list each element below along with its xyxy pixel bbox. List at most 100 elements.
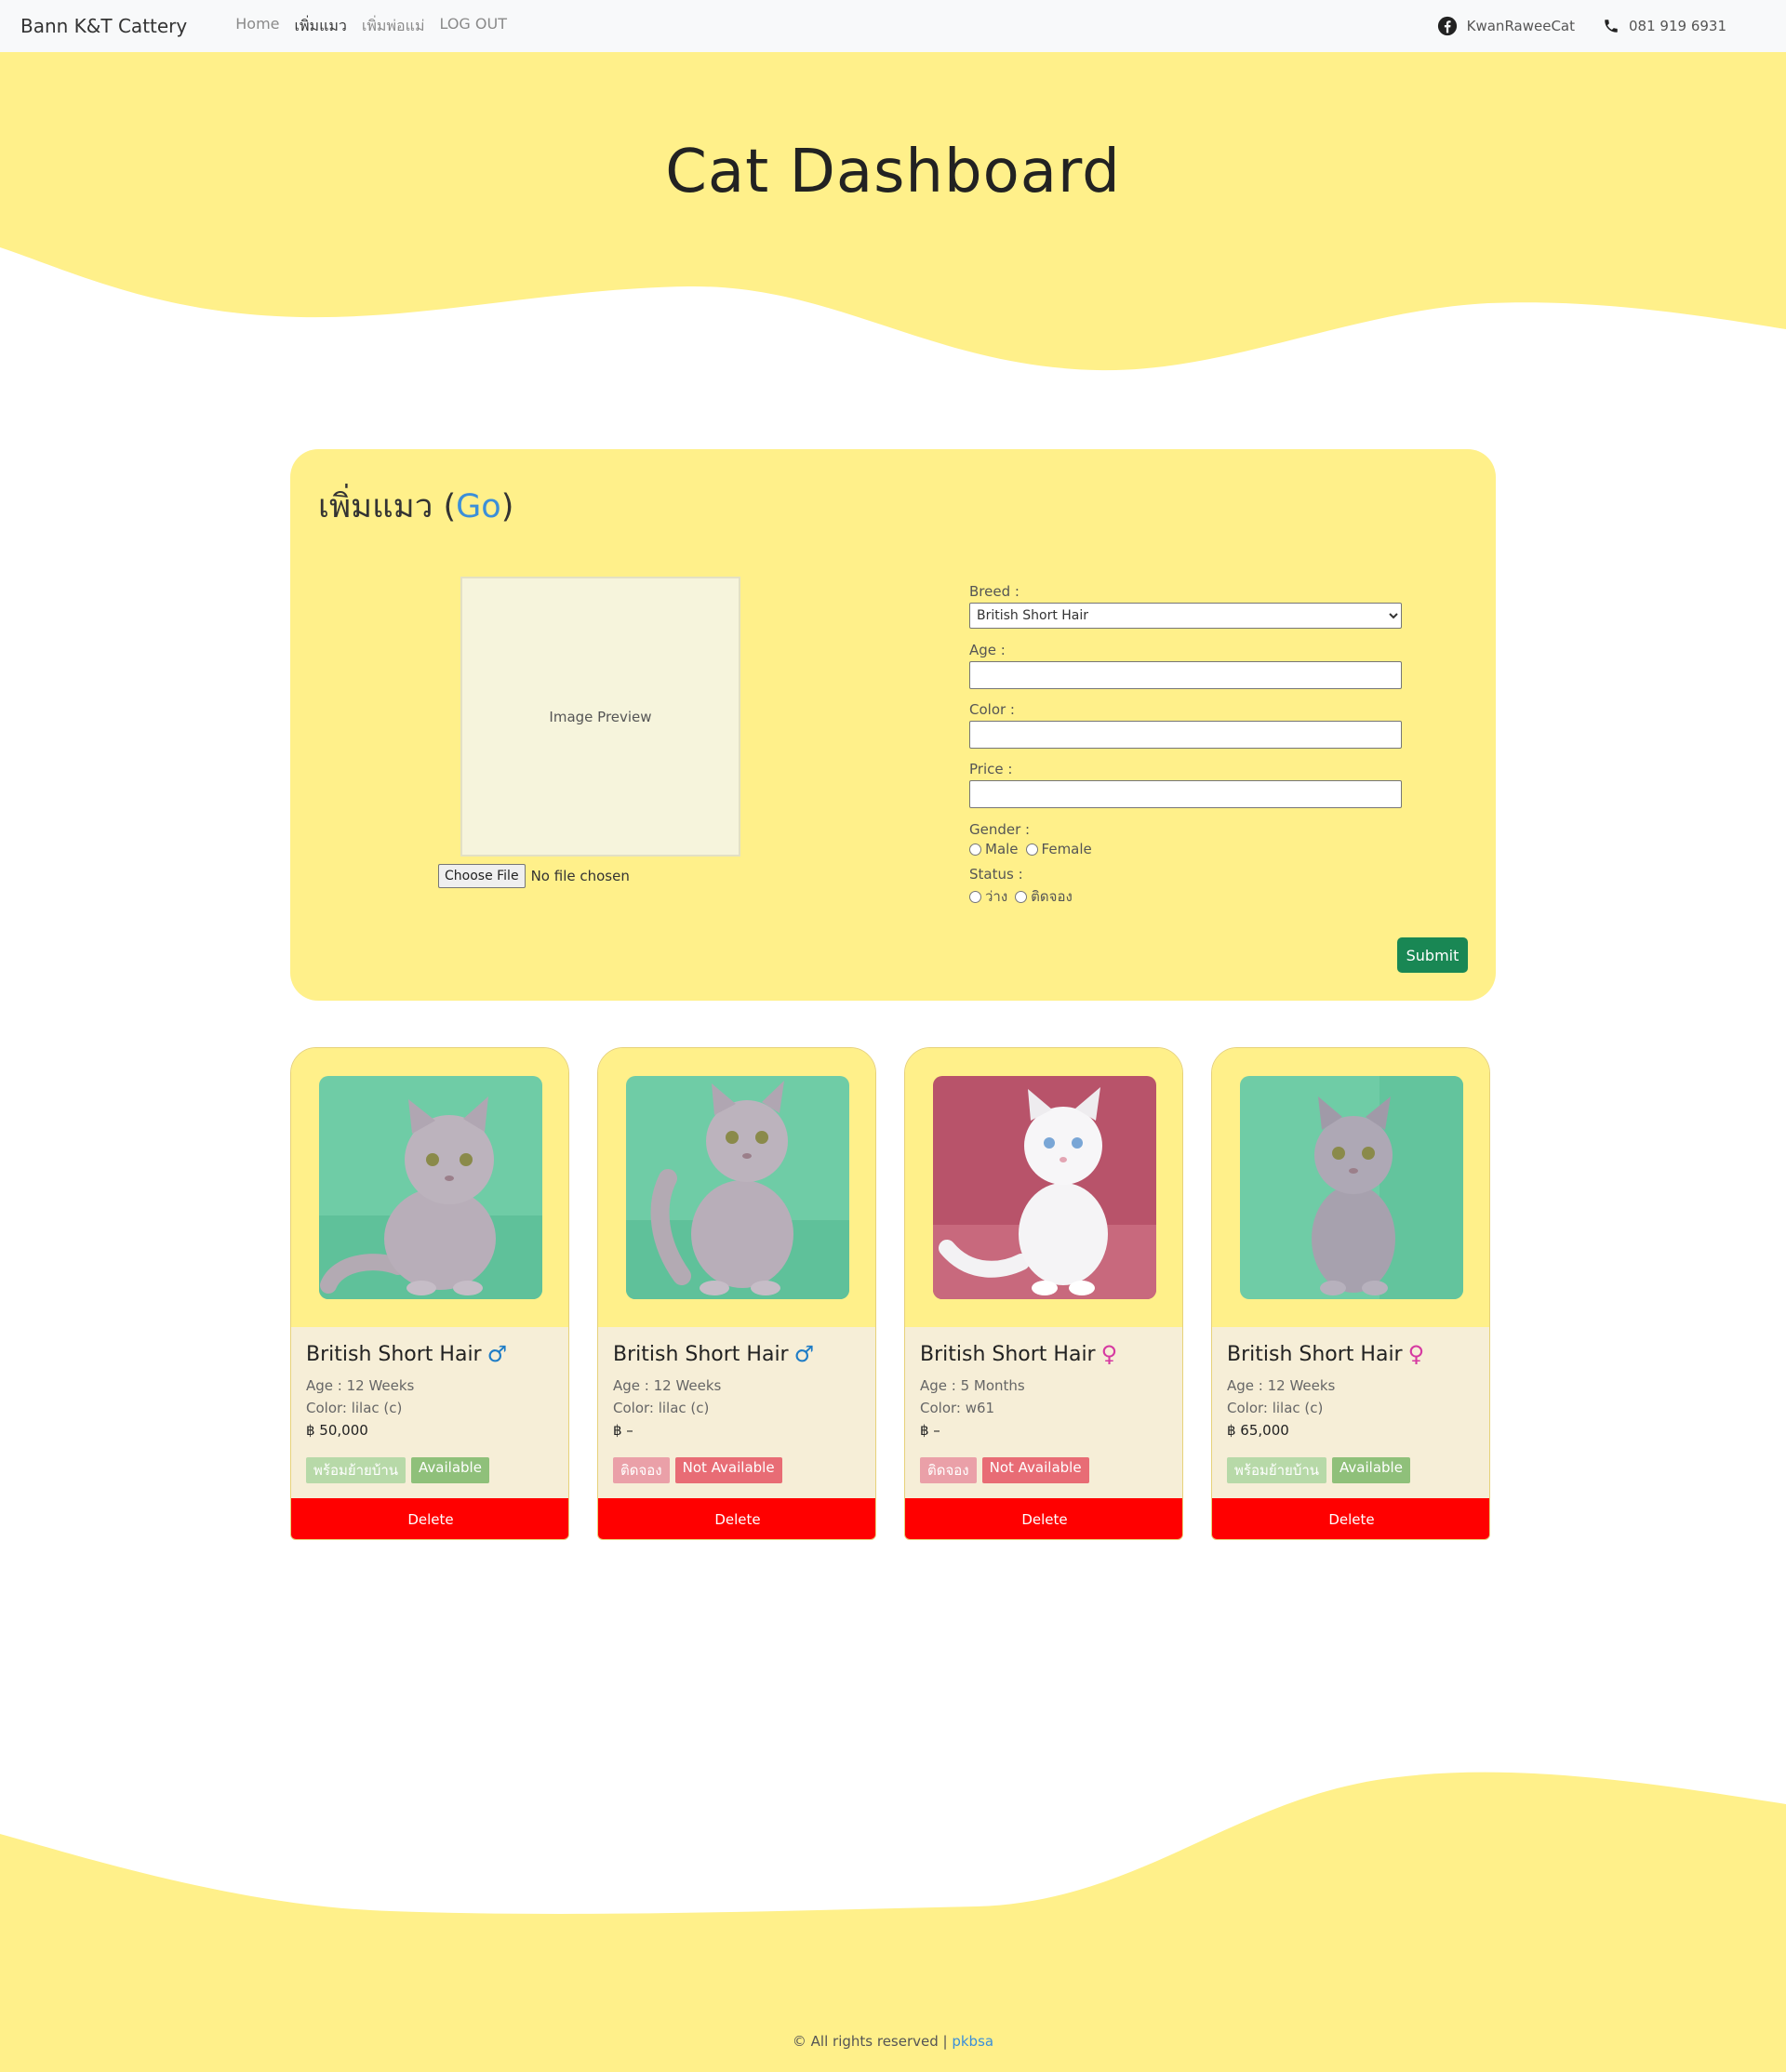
status-badge-reserved: ติดจอง — [920, 1457, 977, 1483]
cat-info: British Short Hair ♀ Age : 12 Weeks Colo… — [1227, 1341, 1478, 1441]
cat-badges: พร้อมย้ายบ้าน Available — [1227, 1457, 1410, 1483]
delete-button[interactable]: Delete — [905, 1498, 1182, 1539]
form-title-go-link[interactable]: Go — [456, 488, 501, 525]
cat-card: British Short Hair ♀ Age : 5 Months Colo… — [904, 1047, 1183, 1540]
delete-button[interactable]: Delete — [598, 1498, 875, 1539]
page-title: Cat Dashboard — [665, 138, 1121, 206]
form-title-end: ) — [500, 488, 514, 525]
cat-name-row: British Short Hair ♂ — [613, 1341, 864, 1367]
cat-name-row: British Short Hair ♀ — [1227, 1341, 1478, 1367]
status-free-radio[interactable] — [969, 890, 981, 903]
cat-color: Color: w61 — [920, 1400, 995, 1416]
cat-price: ฿ – — [920, 1422, 940, 1439]
cat-photo-frame — [598, 1048, 875, 1327]
availability-badge: Available — [411, 1457, 489, 1483]
image-preview: Image Preview — [460, 577, 740, 857]
navbar: Bann K&T Cattery Home เพิ่มแมว เพิ่มพ่อแ… — [0, 0, 1786, 52]
age-input[interactable] — [969, 661, 1402, 689]
price-input[interactable] — [969, 780, 1402, 808]
facebook-name: KwanRaweeCat — [1466, 18, 1576, 34]
cat-photo-image — [626, 1076, 849, 1299]
gender-options: Male Female — [969, 841, 1402, 857]
gender-female-radio[interactable] — [1025, 843, 1038, 856]
cat-photo-frame — [291, 1048, 568, 1327]
brand-logo-text[interactable]: Bann K&T Cattery — [20, 15, 187, 37]
female-icon: ♀ — [1100, 1341, 1118, 1367]
nav-links: Home เพิ่มแมว เพิ่มพ่อแม่ LOG OUT — [235, 15, 507, 38]
availability-badge: Available — [1332, 1457, 1410, 1483]
footer-text: © All rights reserved | — [792, 2033, 953, 2050]
cat-photo — [626, 1076, 849, 1299]
cat-info: British Short Hair ♀ Age : 5 Months Colo… — [920, 1341, 1171, 1441]
cat-card: British Short Hair ♀ Age : 12 Weeks Colo… — [1211, 1047, 1490, 1540]
delete-button[interactable]: Delete — [1212, 1498, 1489, 1539]
gender-female-label: Female — [1041, 841, 1092, 857]
status-badge-ready: พร้อมย้ายบ้าน — [1227, 1457, 1327, 1483]
cat-photo — [933, 1076, 1156, 1299]
cat-photo-image — [933, 1076, 1156, 1299]
cat-card: British Short Hair ♂ Age : 12 Weeks Colo… — [290, 1047, 569, 1540]
cat-color: Color: lilac (c) — [306, 1400, 403, 1416]
cat-card-list: British Short Hair ♂ Age : 12 Weeks Colo… — [290, 1047, 1496, 1540]
price-label: Price : — [969, 761, 1013, 777]
status-field: Status : ว่าง ติดจอง — [969, 866, 1402, 908]
cat-info: British Short Hair ♂ Age : 12 Weeks Colo… — [613, 1341, 864, 1441]
gender-field: Gender : Male Female — [969, 821, 1402, 857]
nav-link-add-parent[interactable]: เพิ่มพ่อแม่ — [362, 15, 425, 38]
status-reserved-radio[interactable] — [1015, 890, 1028, 903]
status-badge-ready: พร้อมย้ายบ้าน — [306, 1457, 407, 1483]
file-status: No file chosen — [530, 868, 630, 884]
cat-name-row: British Short Hair ♀ — [920, 1341, 1171, 1367]
nav-link-logout[interactable]: LOG OUT — [439, 15, 507, 38]
phone-contact[interactable]: 081 919 6931 — [1603, 18, 1726, 34]
price-field: Price : — [969, 761, 1402, 808]
form-title: เพิ่มแมว (Go) — [318, 481, 513, 532]
choose-file-button[interactable]: Choose File — [438, 864, 526, 888]
nav-contacts: KwanRaweeCat 081 919 6931 — [1437, 16, 1726, 36]
cat-price: ฿ 65,000 — [1227, 1422, 1289, 1439]
cat-age: Age : 12 Weeks — [306, 1377, 415, 1394]
delete-button[interactable]: Delete — [291, 1498, 568, 1539]
cat-badges: ติดจอง Not Available — [613, 1457, 782, 1483]
facebook-contact[interactable]: KwanRaweeCat — [1437, 16, 1575, 36]
gender-label: Gender : — [969, 821, 1031, 838]
cat-badges: ติดจอง Not Available — [920, 1457, 1089, 1483]
cat-photo-image — [1240, 1076, 1463, 1299]
status-badge-reserved: ติดจอง — [613, 1457, 670, 1483]
form-title-text: เพิ่มแมว ( — [318, 488, 457, 525]
add-cat-form-card: เพิ่มแมว (Go) Image Preview Choose File … — [290, 449, 1496, 1001]
phone-number: 081 919 6931 — [1629, 18, 1726, 34]
cat-price: ฿ – — [613, 1422, 633, 1439]
nav-link-add-cat[interactable]: เพิ่มแมว — [295, 15, 347, 38]
availability-badge: Not Available — [981, 1457, 1089, 1483]
phone-icon — [1605, 20, 1618, 33]
cat-price: ฿ 50,000 — [306, 1422, 368, 1439]
age-label: Age : — [969, 642, 1006, 658]
age-field: Age : — [969, 642, 1402, 689]
color-label: Color : — [969, 701, 1015, 718]
gender-male-label: Male — [985, 841, 1019, 857]
cat-age: Age : 12 Weeks — [1227, 1377, 1336, 1394]
cat-photo-image — [319, 1076, 542, 1299]
color-input[interactable] — [969, 721, 1402, 749]
cat-age: Age : 5 Months — [920, 1377, 1025, 1394]
cat-photo — [1240, 1076, 1463, 1299]
availability-badge: Not Available — [674, 1457, 782, 1483]
status-reserved-label: ติดจอง — [1031, 888, 1073, 905]
cat-photo — [319, 1076, 542, 1299]
status-label: Status : — [969, 866, 1023, 883]
cat-breed: British Short Hair — [1227, 1342, 1403, 1366]
breed-select[interactable]: British Short Hair — [969, 603, 1402, 629]
nav-link-home[interactable]: Home — [235, 15, 279, 38]
male-icon: ♂ — [793, 1341, 815, 1367]
cat-color: Color: lilac (c) — [613, 1400, 710, 1416]
breed-label: Breed : — [969, 583, 1020, 600]
submit-button[interactable]: Submit — [1397, 937, 1468, 973]
facebook-icon — [1437, 16, 1457, 36]
gender-male-radio[interactable] — [969, 843, 981, 856]
footer-wave-background — [0, 1772, 1786, 2072]
footer-link[interactable]: pkbsa — [952, 2033, 993, 2050]
color-field: Color : — [969, 701, 1402, 749]
image-preview-text: Image Preview — [549, 708, 652, 725]
breed-field: Breed : British Short Hair — [969, 583, 1402, 629]
